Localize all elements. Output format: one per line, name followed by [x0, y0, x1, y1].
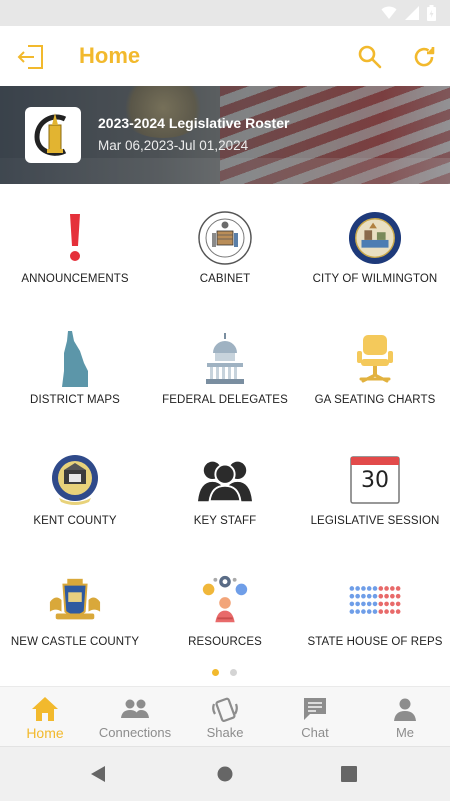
roster-title: 2023-2024 Legislative Roster: [98, 115, 290, 131]
tile-announcements[interactable]: ANNOUNCEMENTS: [0, 200, 150, 315]
delaware-map-icon: [48, 331, 102, 387]
nav-chat[interactable]: Chat: [270, 687, 360, 747]
tile-city-of-wilmington[interactable]: CITY OF WILMINGTON: [300, 200, 450, 315]
tile-new-castle-county[interactable]: NEW CASTLE COUNTY: [0, 563, 150, 678]
tile-legislative-session[interactable]: 30 LEGISLATIVE SESSION: [300, 442, 450, 557]
roster-dates: Mar 06,2023-Jul 01,2024: [98, 138, 249, 153]
shake-icon: [210, 695, 240, 723]
tile-resources[interactable]: RESOURCES: [150, 563, 300, 678]
calendar-icon: 30: [348, 452, 402, 508]
people-icon: [198, 452, 252, 508]
tile-ga-seating-charts[interactable]: GA SEATING CHARTS: [300, 321, 450, 436]
tile-cabinet[interactable]: CABINET: [150, 200, 300, 315]
status-bar: [0, 0, 450, 26]
page-indicator-1[interactable]: [212, 669, 219, 676]
tile-kent-county[interactable]: KENT COUNTY: [0, 442, 150, 557]
page-title: Home: [79, 43, 141, 68]
roster-banner[interactable]: 2023-2024 Legislative Roster Mar 06,2023…: [0, 86, 450, 184]
capitol-icon: [198, 331, 252, 387]
city-seal-icon: [348, 210, 402, 266]
state-seal-icon: [198, 210, 252, 266]
wifi-icon: [381, 6, 397, 25]
calendar-day: 30: [361, 468, 389, 493]
resources-icon: [198, 573, 252, 629]
seating-dots-icon: [348, 573, 402, 629]
nav-me[interactable]: Me: [360, 687, 450, 747]
connections-icon: [120, 695, 150, 723]
person-icon: [390, 695, 420, 723]
new-castle-crest-icon: [48, 573, 102, 629]
menu-grid: ANNOUNCEMENTS CABINET CITY OF WILMINGTON…: [0, 200, 450, 670]
signal-icon: [405, 6, 419, 25]
bottom-nav: Home Connections Shake Chat Me: [0, 686, 450, 747]
exclamation-icon: [48, 210, 102, 266]
search-icon[interactable]: [357, 44, 383, 70]
county-seal-icon: [48, 452, 102, 508]
tile-key-staff[interactable]: KEY STAFF: [150, 442, 300, 557]
nav-shake[interactable]: Shake: [180, 687, 270, 747]
chat-icon: [300, 695, 330, 723]
battery-icon: [427, 5, 436, 26]
system-nav-bar: [0, 746, 450, 801]
page-indicator-2[interactable]: [230, 669, 237, 676]
chair-icon: [348, 331, 402, 387]
nav-home[interactable]: Home: [0, 687, 90, 747]
tile-district-maps[interactable]: DISTRICT MAPS: [0, 321, 150, 436]
app-bar: Home: [0, 26, 450, 86]
tile-federal-delegates[interactable]: FEDERAL DELEGATES: [150, 321, 300, 436]
nav-connections[interactable]: Connections: [90, 687, 180, 747]
home-icon: [30, 695, 60, 723]
back-icon[interactable]: [90, 765, 106, 788]
home-circle-icon[interactable]: [217, 766, 233, 787]
refresh-icon[interactable]: [411, 44, 437, 70]
recents-icon[interactable]: [341, 766, 357, 787]
tile-state-house-of-reps[interactable]: STATE HOUSE OF REPS: [300, 563, 450, 678]
legislature-logo-icon: [25, 107, 81, 163]
logout-icon[interactable]: [16, 42, 46, 72]
